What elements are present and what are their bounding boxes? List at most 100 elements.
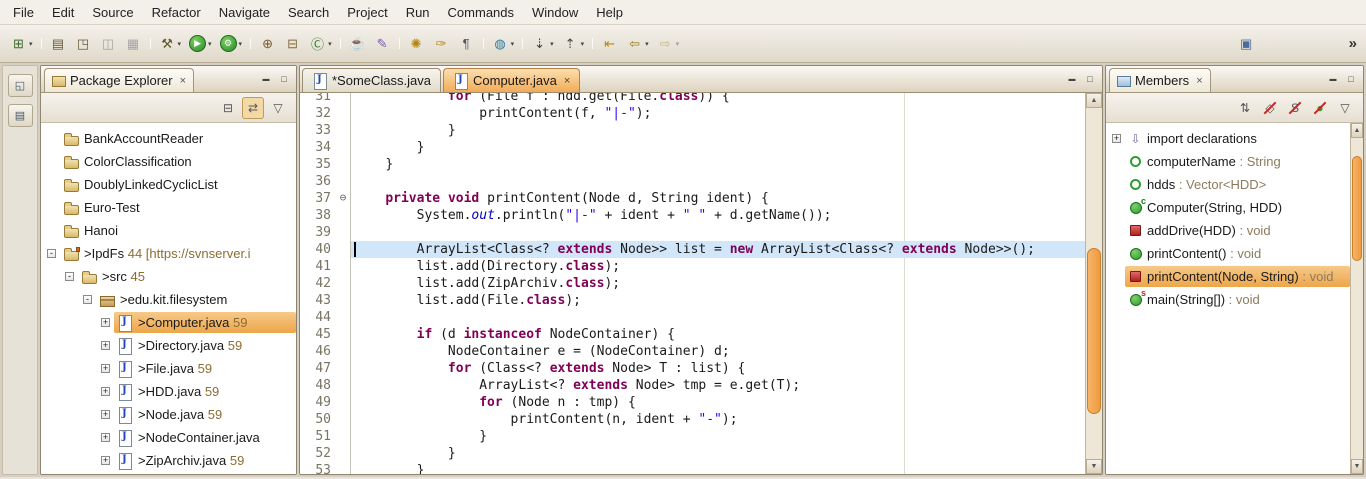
members-tab[interactable]: Members ×: [1109, 68, 1211, 92]
new-java-package-button[interactable]: ⊟: [280, 32, 305, 55]
dropdown-arrow-icon[interactable]: ▾: [550, 40, 554, 48]
search-button[interactable]: ✺: [404, 32, 429, 55]
maximize-editor-button[interactable]: □: [1081, 71, 1099, 87]
menu-run[interactable]: Run: [397, 0, 439, 24]
save-button[interactable]: ◫: [96, 32, 121, 55]
expand-icon[interactable]: +: [101, 341, 110, 350]
code-line-50[interactable]: 50 printContent(n, ident + "-");: [300, 411, 1085, 428]
code-line-34[interactable]: 34 }: [300, 139, 1085, 156]
code-line-42[interactable]: 42 list.add(ZipArchiv.class);: [300, 275, 1085, 292]
open-web-browser-button[interactable]: ◍▾: [488, 32, 519, 55]
members-scrollbar[interactable]: ▲ ▼: [1350, 123, 1363, 474]
tree-item-node-java[interactable]: +> Node.java 59: [41, 403, 296, 426]
minimize-view-button[interactable]: ▬: [257, 71, 275, 87]
code-line-45[interactable]: 45 if (d instanceof NodeContainer) {: [300, 326, 1085, 343]
dropdown-arrow-icon[interactable]: ▾: [645, 40, 649, 48]
code-line-33[interactable]: 33 }: [300, 122, 1085, 139]
collapse-icon[interactable]: -: [83, 295, 92, 304]
code-line-31[interactable]: 31 for (File f : hdd.get(File.class)) {: [300, 93, 1085, 105]
member-computername[interactable]: computerName : String: [1106, 150, 1350, 173]
expand-icon[interactable]: +: [101, 410, 110, 419]
dropdown-arrow-icon[interactable]: ▾: [239, 40, 243, 48]
maximize-view-button[interactable]: □: [1342, 71, 1360, 87]
external-tools-button[interactable]: ⚙▾: [216, 32, 247, 55]
code-line-41[interactable]: 41 list.add(Directory.class);: [300, 258, 1085, 275]
tree-item-computer-java[interactable]: +> Computer.java 59: [41, 311, 296, 334]
menu-file[interactable]: File: [4, 0, 43, 24]
next-annotation-button[interactable]: ⇣▾: [527, 32, 558, 55]
debug-button[interactable]: ⚒▾: [155, 32, 186, 55]
hide-non-public-button[interactable]: ●: [1309, 97, 1331, 119]
new-java-project-button[interactable]: ⊕: [255, 32, 280, 55]
dropdown-arrow-icon[interactable]: ▾: [208, 40, 212, 48]
expand-icon[interactable]: +: [101, 433, 110, 442]
tree-item-src[interactable]: -> src 45: [41, 265, 296, 288]
code-line-36[interactable]: 36: [300, 173, 1085, 190]
collapse-icon[interactable]: -: [65, 272, 74, 281]
menu-commands[interactable]: Commands: [439, 0, 523, 24]
open-element-button[interactable]: ◳: [71, 32, 96, 55]
new-button[interactable]: ⊞▾: [6, 32, 37, 55]
previous-annotation-button[interactable]: ⇡▾: [558, 32, 589, 55]
code-line-38[interactable]: 38 System.out.println("|-" + ident + " "…: [300, 207, 1085, 224]
sort-button[interactable]: ⇅: [1234, 97, 1256, 119]
code-line-43[interactable]: 43 list.add(File.class);: [300, 292, 1085, 309]
hide-static-button[interactable]: S: [1284, 97, 1306, 119]
dropdown-arrow-icon[interactable]: ▾: [178, 40, 182, 48]
new-java-class-button[interactable]: Ⓒ▾: [305, 32, 336, 55]
show-whitespace-button[interactable]: ¶: [454, 32, 479, 55]
scrollbar-track[interactable]: [1086, 108, 1102, 459]
scroll-down-icon[interactable]: ▼: [1086, 459, 1102, 474]
mark-occurrences-button[interactable]: ✑: [429, 32, 454, 55]
editor-scrollbar[interactable]: ▲ ▼: [1085, 93, 1102, 474]
code-area[interactable]: 31 for (File f : hdd.get(File.class)) {3…: [300, 93, 1085, 474]
code-line-48[interactable]: 48 ArrayList<? extends Node> tmp = e.get…: [300, 377, 1085, 394]
menu-edit[interactable]: Edit: [43, 0, 83, 24]
member-main-string[interactable]: smain(String[]) : void: [1106, 288, 1350, 311]
view-menu-button[interactable]: ▽: [267, 97, 289, 119]
package-explorer-tab[interactable]: Package Explorer ×: [44, 68, 194, 92]
scroll-up-icon[interactable]: ▲: [1086, 93, 1102, 108]
scroll-up-icon[interactable]: ▲: [1351, 123, 1363, 138]
menu-search[interactable]: Search: [279, 0, 338, 24]
scrollbar-track[interactable]: [1351, 138, 1363, 459]
member-printcontent[interactable]: printContent() : void: [1106, 242, 1350, 265]
expand-icon[interactable]: +: [101, 318, 110, 327]
close-view-icon[interactable]: ×: [1196, 75, 1202, 87]
dropdown-arrow-icon[interactable]: ▾: [328, 40, 332, 48]
tree-item-nodecontainer-java[interactable]: +> NodeContainer.java: [41, 426, 296, 449]
tree-item-hanoi[interactable]: Hanoi: [41, 219, 296, 242]
restore-view-button[interactable]: ◱: [8, 74, 33, 97]
tree-item-ipdfs[interactable]: -> IpdFs 44 [https://svnserver.i: [41, 242, 296, 265]
tree-item-edu-kit-filesystem[interactable]: -> edu.kit.filesystem: [41, 288, 296, 311]
hide-fields-button[interactable]: ◇: [1259, 97, 1281, 119]
export-jar-button[interactable]: ☕: [345, 32, 370, 55]
editor-tab-computer-java[interactable]: Computer.java×: [443, 68, 580, 92]
code-line-47[interactable]: 47 for (Class<? extends Node> T : list) …: [300, 360, 1085, 377]
tree-item-file-java[interactable]: +> File.java 59: [41, 357, 296, 380]
expand-icon[interactable]: +: [101, 387, 110, 396]
menu-project[interactable]: Project: [338, 0, 396, 24]
dropdown-arrow-icon[interactable]: ▾: [29, 40, 33, 48]
expand-icon[interactable]: +: [101, 364, 110, 373]
member-adddrive-hdd[interactable]: addDrive(HDD) : void: [1106, 219, 1350, 242]
maximize-view-button[interactable]: □: [275, 71, 293, 87]
tree-item-doublylinkedcycliclist[interactable]: DoublyLinkedCyclicList: [41, 173, 296, 196]
minimize-editor-button[interactable]: ▬: [1063, 71, 1081, 87]
member-hdds[interactable]: hdds : Vector<HDD>: [1106, 173, 1350, 196]
new-project-button[interactable]: ▤: [46, 32, 71, 55]
back-button[interactable]: ⇦▾: [622, 32, 653, 55]
print-button[interactable]: ▦: [121, 32, 146, 55]
code-line-49[interactable]: 49 for (Node n : tmp) {: [300, 394, 1085, 411]
expand-icon[interactable]: +: [1112, 134, 1121, 143]
code-line-44[interactable]: 44: [300, 309, 1085, 326]
code-line-32[interactable]: 32 printContent(f, "|-");: [300, 105, 1085, 122]
collapse-all-button[interactable]: ⊟: [217, 97, 239, 119]
tree-item-ziparchiv-java[interactable]: +> ZipArchiv.java 59: [41, 449, 296, 472]
java-perspective-button[interactable]: ▣: [1234, 32, 1259, 55]
code-line-40[interactable]: 40 ArrayList<Class<? extends Node>> list…: [300, 241, 1085, 258]
member-import-declarations[interactable]: +⇩import declarations: [1106, 127, 1350, 150]
expand-icon[interactable]: +: [101, 456, 110, 465]
member-printcontent-node-string[interactable]: printContent(Node, String) : void: [1106, 265, 1350, 288]
toolbar-overflow-chevron[interactable]: »: [1349, 35, 1360, 52]
